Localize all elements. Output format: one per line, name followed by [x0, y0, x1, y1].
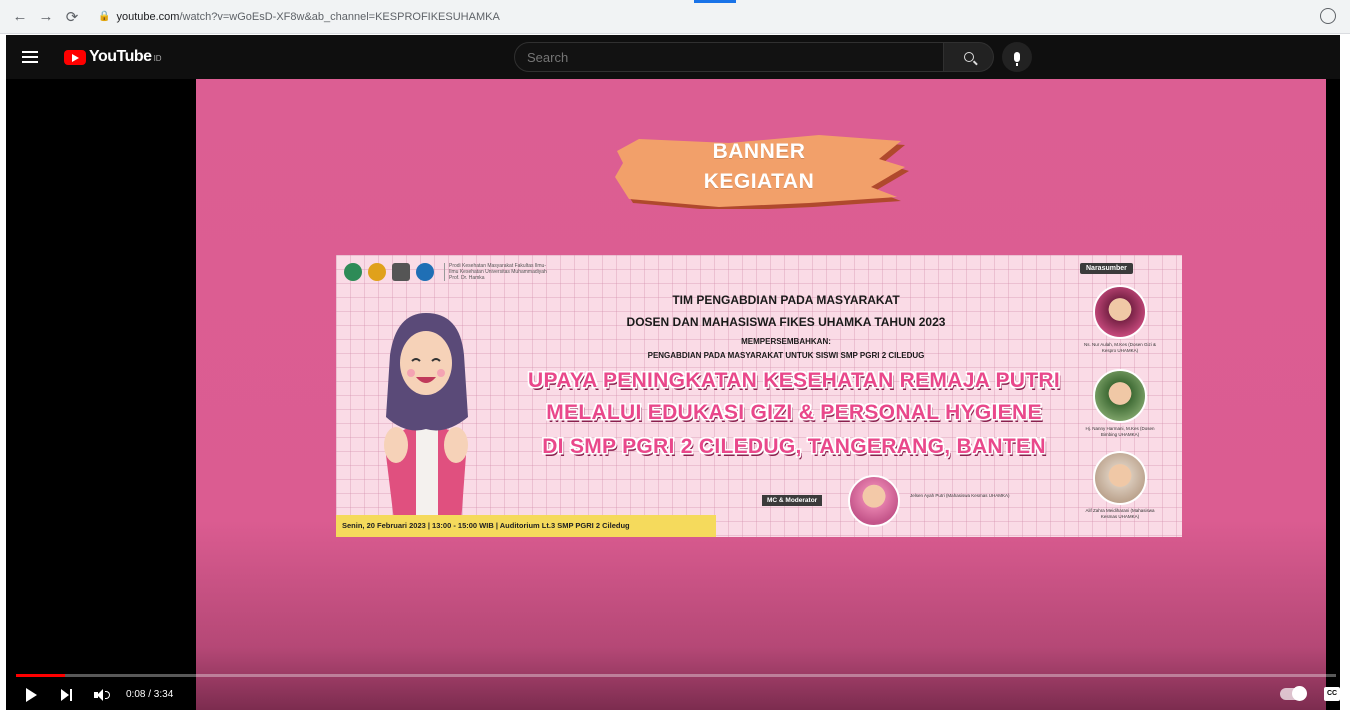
player-controls: 0:08 / 3:34 CC: [6, 679, 1340, 710]
shield-logo-icon: [392, 263, 410, 281]
youtube-country-code: ID: [153, 54, 162, 63]
forward-arrow-icon[interactable]: →: [34, 5, 58, 29]
search-input[interactable]: [514, 42, 944, 72]
browser-toolbar: ← → ⟳ 🔒 youtube.com/watch?v=wGoEsD-XF8w&…: [0, 0, 1350, 34]
banner-title-line2: KEGIATAN: [703, 170, 815, 193]
speaker-caption: Ns. Nur Aulah, M.Kes (Dosen Gizi & Kespr…: [1083, 342, 1157, 353]
hamburger-menu-icon[interactable]: [22, 51, 52, 63]
banner-plank: BANNER KEGIATAN: [609, 127, 909, 211]
poster-line-3: MEMPERSEMBAHKAN:: [741, 337, 831, 346]
active-tab-indicator: [694, 0, 736, 3]
search-icon: [963, 52, 974, 62]
youtube-header: YouTube ID: [6, 35, 1340, 79]
poster-headline-3: DI SMP PGRI 2 CILEDUG, TANGERANG, BANTEN: [542, 435, 1046, 458]
speakers-label: Narasumber: [1080, 263, 1133, 274]
university-logo-icon: [368, 263, 386, 281]
youtube-logo[interactable]: YouTube ID: [64, 48, 162, 66]
speaker-card: Hj. Nanny Harmani, M.Kes (Dosen Bimbing …: [1080, 369, 1160, 438]
youtube-play-logo-icon: [64, 49, 86, 65]
poster-logos: Prodi Kesehatan Masyarakat Fakultas Ilmu…: [344, 263, 554, 281]
back-arrow-icon[interactable]: ←: [8, 5, 32, 29]
hijab-girl-illustration: [384, 313, 468, 537]
youtube-logo-text: YouTube: [89, 48, 152, 65]
poster-line-4: PENGABDIAN PADA MASYARAKAT UNTUK SISWI S…: [647, 351, 925, 360]
url-path: /watch?v=wGoEsD-XF8w&ab_channel=KESPROFI…: [179, 10, 500, 23]
video-frame: BANNER KEGIATAN Prodi Kesehatan Masyarak…: [196, 79, 1326, 710]
logo-caption: Prodi Kesehatan Masyarakat Fakultas Ilmu…: [444, 263, 554, 281]
event-date-strip: Senin, 20 Februari 2023 | 13:00 - 15:00 …: [336, 515, 716, 537]
speaker-caption: Hj. Nanny Harmani, M.Kes (Dosen Bimbing …: [1085, 426, 1155, 437]
banner-title: BANNER KEGIATAN: [609, 137, 909, 197]
search-button[interactable]: [944, 42, 994, 72]
speaker-card: Alif Zahra Meidiharani (Mahasiswa Kesmas…: [1080, 451, 1160, 520]
progress-bar[interactable]: [16, 674, 1336, 677]
poster-line-1: TIM PENGABDIAN PADA MASYARAKAT: [672, 293, 900, 307]
search-bar: [514, 42, 1032, 72]
address-bar[interactable]: 🔒 youtube.com/watch?v=wGoEsD-XF8w&ab_cha…: [98, 6, 500, 28]
uhamka-logo-icon: [344, 263, 362, 281]
autoplay-toggle[interactable]: [1280, 686, 1307, 701]
speaker-photo: [1093, 285, 1147, 339]
url-host: youtube.com: [116, 10, 180, 23]
voice-search-button[interactable]: [1002, 42, 1032, 72]
play-icon[interactable]: [26, 687, 37, 702]
speaker-card: Ns. Nur Aulah, M.Kes (Dosen Gizi & Kespr…: [1080, 285, 1160, 354]
mc-caption: Jelsen Ayah Putri (Mahasiswa Kesmas UHAM…: [910, 493, 1010, 498]
reload-icon[interactable]: ⟳: [60, 5, 84, 29]
progress-fill: [16, 674, 65, 677]
volume-icon[interactable]: [94, 688, 110, 701]
speaker-caption: Alif Zahra Meidiharani (Mahasiswa Kesmas…: [1085, 508, 1155, 519]
mc-label: MC & Moderator: [762, 495, 823, 506]
next-icon[interactable]: [61, 688, 72, 701]
browser-nav-buttons: ← → ⟳: [8, 5, 84, 29]
time-display: 0:08 / 3:34: [126, 689, 174, 700]
mc-photo: [848, 475, 900, 527]
microphone-icon: [1014, 52, 1020, 66]
program-logo-icon: [416, 263, 434, 281]
speaker-photo: [1093, 369, 1147, 423]
poster-headline-1: UPAYA PENINGKATAN KESEHATAN REMAJA PUTRI: [528, 369, 1060, 392]
poster-headline-2: MELALUI EDUKASI GIZI & PERSONAL HYGIENE: [546, 401, 1042, 424]
poster-line-2: DOSEN DAN MAHASISWA FIKES UHAMKA TAHUN 2…: [626, 315, 946, 329]
event-poster: Prodi Kesehatan Masyarakat Fakultas Ilmu…: [336, 255, 1182, 537]
video-player[interactable]: BANNER KEGIATAN Prodi Kesehatan Masyarak…: [6, 79, 1340, 710]
lock-icon: 🔒: [98, 11, 111, 22]
captions-button[interactable]: CC: [1324, 687, 1340, 701]
speaker-photo: [1093, 451, 1147, 505]
banner-title-line1: BANNER: [712, 140, 806, 163]
profile-icon[interactable]: [1320, 8, 1336, 24]
